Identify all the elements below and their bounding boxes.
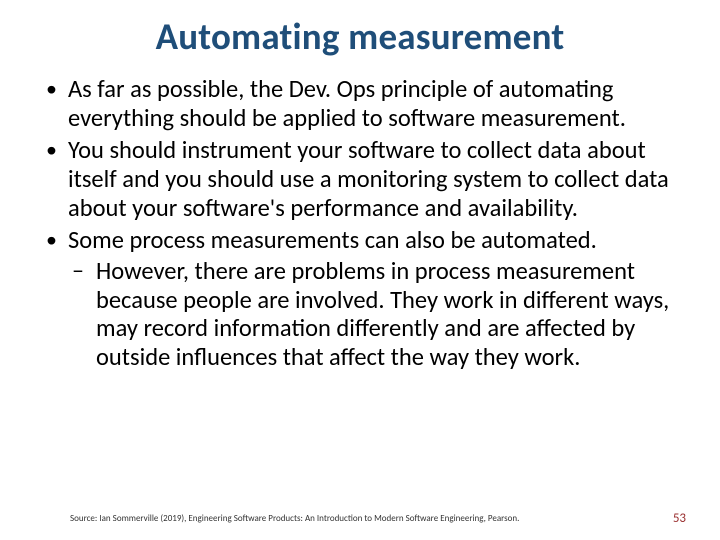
sub-bullet-item: However, there are problems in process m… xyxy=(68,257,680,372)
source-text: Source: Ian Sommerville (2019), Engineer… xyxy=(70,513,519,524)
page-number: 53 xyxy=(673,511,686,526)
bullet-text: As far as possible, the Dev. Ops princip… xyxy=(68,74,626,133)
footer: Source: Ian Sommerville (2019), Engineer… xyxy=(0,507,720,526)
bullet-item: Some process measurements can also be au… xyxy=(40,226,680,371)
bullet-item: You should instrument your software to c… xyxy=(40,136,680,222)
bullet-list: As far as possible, the Dev. Ops princip… xyxy=(40,75,680,372)
slide-title: Automating measurement xyxy=(40,14,680,59)
bullet-text: You should instrument your software to c… xyxy=(68,135,669,222)
sub-bullet-text: However, there are problems in process m… xyxy=(96,256,669,372)
slide: Automating measurement As far as possibl… xyxy=(0,0,720,540)
bullet-text: Some process measurements can also be au… xyxy=(68,225,597,255)
bullet-item: As far as possible, the Dev. Ops princip… xyxy=(40,75,680,132)
sub-bullet-list: However, there are problems in process m… xyxy=(68,257,680,372)
